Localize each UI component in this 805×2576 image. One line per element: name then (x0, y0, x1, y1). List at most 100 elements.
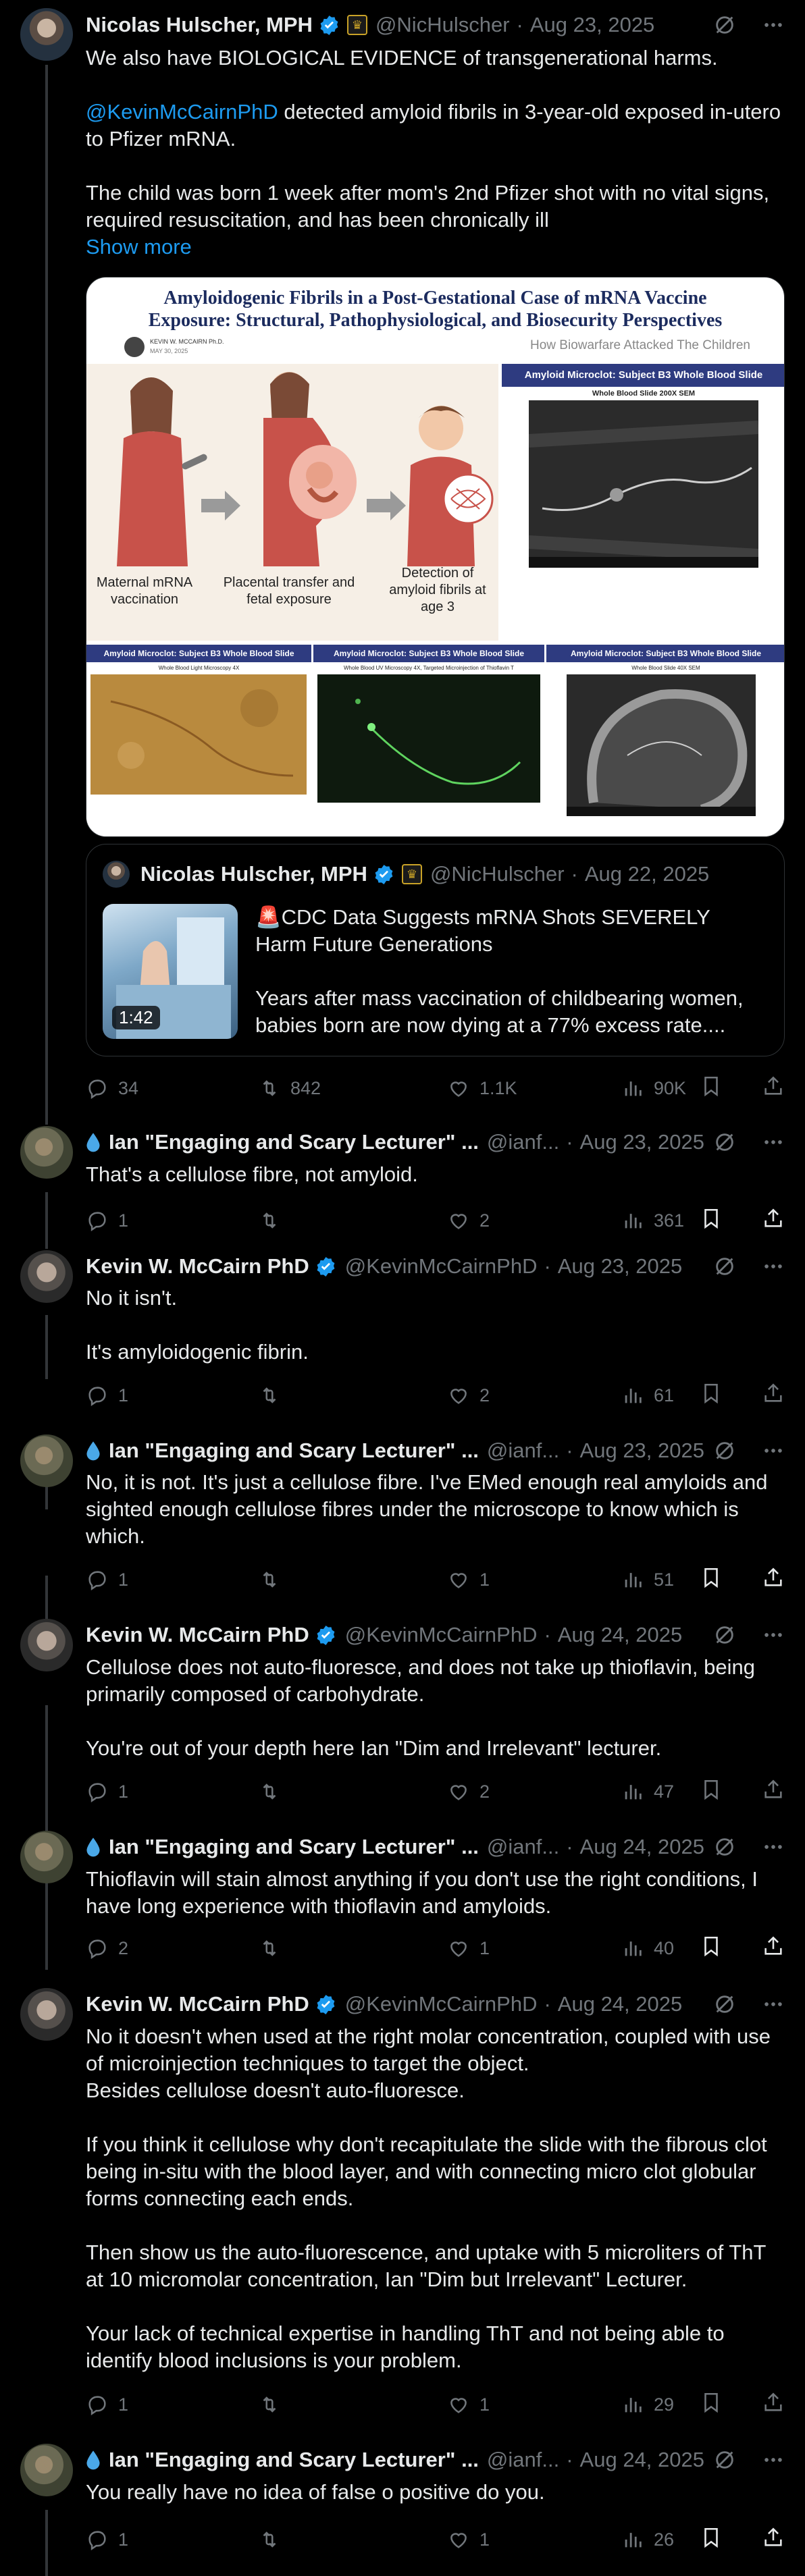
author-name[interactable]: Ian "Engaging and Scary Lecturer" ... (109, 1439, 479, 1463)
views-button[interactable]: 40 (621, 1935, 674, 1962)
author-handle[interactable]: @ianf... (487, 2448, 559, 2472)
quoted-tweet[interactable]: Nicolas Hulscher, MPH ♛ @NicHulscher · A… (86, 844, 785, 1056)
bookmark-button[interactable] (700, 1566, 723, 1594)
tweet-date[interactable]: Aug 23, 2025 (580, 1130, 704, 1154)
more-icon[interactable] (762, 2448, 785, 2471)
share-button[interactable] (762, 1207, 785, 1235)
repost-button[interactable] (258, 2391, 290, 2418)
reply-button[interactable]: 1 (86, 1382, 128, 1409)
repost-button[interactable] (258, 1566, 290, 1593)
reply-button[interactable]: 1 (86, 1778, 128, 1805)
share-button[interactable] (762, 2391, 785, 2419)
author-name[interactable]: Ian "Engaging and Scary Lecturer" ... (109, 2448, 479, 2472)
author-name[interactable]: Kevin W. McCairn PhD (86, 1992, 309, 2016)
author-handle[interactable]: @ianf... (487, 1835, 559, 1859)
author-name[interactable]: Nicolas Hulscher, MPH (86, 13, 313, 37)
repost-button[interactable] (258, 1207, 290, 1234)
reply-button[interactable]: 1 (86, 2391, 128, 2418)
share-button[interactable] (762, 1566, 785, 1594)
avatar[interactable] (20, 8, 73, 61)
repost-button[interactable] (258, 1935, 290, 1962)
reply-button[interactable]: 1 (86, 1207, 128, 1234)
like-button[interactable]: 1 (447, 1566, 490, 1593)
author-handle[interactable]: @NicHulscher (375, 13, 510, 37)
tweet-date[interactable]: Aug 24, 2025 (580, 1835, 704, 1859)
repost-button[interactable]: 842 (258, 1075, 321, 1102)
grok-icon[interactable] (713, 2448, 736, 2471)
quote-author[interactable]: Nicolas Hulscher, MPH (140, 862, 367, 886)
mention-link[interactable]: @KevinMcCairnPhD (86, 100, 278, 124)
avatar[interactable] (20, 1831, 73, 1883)
avatar[interactable] (20, 1619, 73, 1671)
tweet-date[interactable]: Aug 23, 2025 (580, 1439, 704, 1463)
like-button[interactable]: 1 (447, 2391, 490, 2418)
more-icon[interactable] (762, 14, 785, 36)
quote-date[interactable]: Aug 22, 2025 (585, 862, 709, 886)
avatar[interactable] (20, 1126, 73, 1179)
author-name[interactable]: Ian "Engaging and Scary Lecturer" ... (109, 1130, 479, 1154)
views-button[interactable]: 29 (621, 2391, 674, 2418)
grok-icon[interactable] (713, 1624, 736, 1646)
more-icon[interactable] (762, 1439, 785, 1462)
more-icon[interactable] (762, 1993, 785, 2016)
grok-icon[interactable] (713, 1131, 736, 1154)
grok-icon[interactable] (713, 14, 736, 36)
tweet-date[interactable]: Aug 24, 2025 (558, 1623, 682, 1647)
like-button[interactable]: 1 (447, 1935, 490, 1962)
author-name[interactable]: Kevin W. McCairn PhD (86, 1623, 309, 1647)
repost-button[interactable] (258, 1778, 290, 1805)
author-name[interactable]: Kevin W. McCairn PhD (86, 1254, 309, 1279)
author-handle[interactable]: @KevinMcCairnPhD (345, 1623, 538, 1647)
bookmark-button[interactable] (700, 1382, 723, 1410)
views-button[interactable]: 26 (621, 2526, 674, 2553)
grok-icon[interactable] (713, 1993, 736, 2016)
avatar[interactable] (20, 1434, 73, 1487)
author-handle[interactable]: @ianf... (487, 1130, 559, 1154)
affiliate-badge-icon[interactable]: ♛ (401, 864, 422, 884)
quote-avatar[interactable] (103, 861, 130, 888)
author-name[interactable]: Ian "Engaging and Scary Lecturer" ... (109, 1835, 479, 1859)
reply-button[interactable]: 34 (86, 1075, 138, 1102)
share-button[interactable] (762, 2526, 785, 2554)
attached-image[interactable]: Amyloidogenic Fibrils in a Post-Gestatio… (86, 277, 785, 837)
like-button[interactable]: 1.1K (447, 1075, 517, 1102)
author-handle[interactable]: @ianf... (487, 1439, 559, 1463)
share-button[interactable] (762, 1075, 785, 1102)
views-button[interactable]: 47 (621, 1778, 674, 1805)
like-button[interactable]: 1 (447, 2526, 490, 2553)
share-button[interactable] (762, 1778, 785, 1806)
author-handle[interactable]: @KevinMcCairnPhD (345, 1992, 538, 2016)
share-button[interactable] (762, 1382, 785, 1410)
bookmark-button[interactable] (700, 1075, 723, 1102)
grok-icon[interactable] (713, 1255, 736, 1278)
views-button[interactable]: 51 (621, 1566, 674, 1593)
share-button[interactable] (762, 1935, 785, 1962)
reply-button[interactable]: 2 (86, 1935, 128, 1962)
more-icon[interactable] (762, 1255, 785, 1278)
grok-icon[interactable] (713, 1835, 736, 1858)
bookmark-button[interactable] (700, 1207, 723, 1235)
more-icon[interactable] (762, 1835, 785, 1858)
quote-handle[interactable]: @NicHulscher (430, 862, 565, 886)
repost-button[interactable] (258, 1382, 290, 1409)
bookmark-button[interactable] (700, 2391, 723, 2419)
avatar[interactable] (20, 2444, 73, 2496)
grok-icon[interactable] (713, 1439, 736, 1462)
tweet-date[interactable]: Aug 24, 2025 (580, 2448, 704, 2472)
author-handle[interactable]: @KevinMcCairnPhD (345, 1254, 538, 1279)
reply-button[interactable]: 1 (86, 1566, 128, 1593)
more-icon[interactable] (762, 1624, 785, 1646)
views-button[interactable]: 61 (621, 1382, 674, 1409)
avatar[interactable] (20, 1988, 73, 2041)
bookmark-button[interactable] (700, 2526, 723, 2554)
like-button[interactable]: 2 (447, 1382, 490, 1409)
show-more-link[interactable]: Show more (86, 234, 785, 261)
tweet-date[interactable]: Aug 23, 2025 (558, 1254, 682, 1279)
views-button[interactable]: 90K (621, 1075, 686, 1102)
tweet-date[interactable]: Aug 23, 2025 (530, 13, 654, 37)
views-button[interactable]: 361 (621, 1207, 684, 1234)
video-thumbnail[interactable]: 1:42 (103, 904, 238, 1039)
like-button[interactable]: 2 (447, 1778, 490, 1805)
repost-button[interactable] (258, 2526, 290, 2553)
reply-button[interactable]: 1 (86, 2526, 128, 2553)
